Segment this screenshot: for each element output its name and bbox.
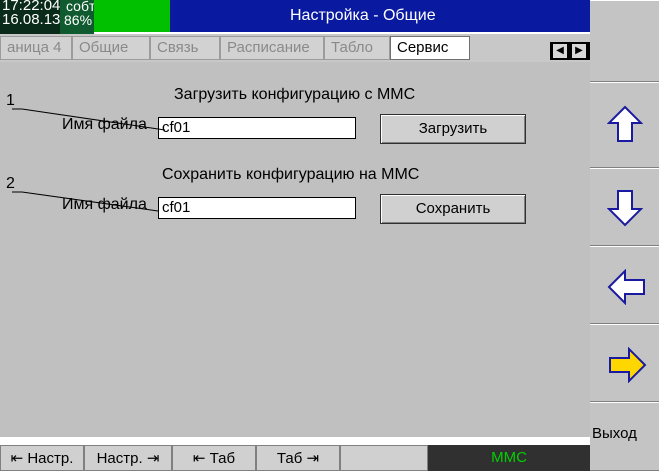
softkey-up[interactable] bbox=[590, 82, 659, 168]
arrow-down-icon bbox=[607, 190, 643, 227]
next-tab-button[interactable]: Таб ⇥ bbox=[256, 445, 340, 471]
callout-2-line-b bbox=[21, 191, 159, 212]
arrow-right-icon bbox=[609, 347, 647, 383]
mmc-status: MMC bbox=[428, 445, 590, 471]
prev-settings-button[interactable]: ⇤ Настр. bbox=[0, 445, 84, 471]
next-settings-button[interactable]: Настр. ⇥ bbox=[84, 445, 172, 471]
softkey-blank[interactable] bbox=[590, 0, 659, 82]
callout-lines bbox=[12, 108, 166, 212]
callout-1-line-b bbox=[21, 108, 166, 131]
prev-tab-button[interactable]: ⇤ Таб bbox=[172, 445, 256, 471]
arrow-up-icon bbox=[607, 105, 643, 142]
exit-label: Выход bbox=[592, 425, 637, 442]
softkey-left[interactable] bbox=[590, 246, 659, 324]
bottom-bar: ⇤ Настр. Настр. ⇥ ⇤ Таб Таб ⇥ MMC bbox=[0, 445, 590, 471]
arrow-left-icon bbox=[607, 269, 645, 305]
softkey-exit[interactable]: Выход bbox=[590, 402, 659, 471]
softkey-right[interactable] bbox=[590, 324, 659, 402]
bottom-blank-button[interactable] bbox=[340, 445, 428, 471]
softkey-down[interactable] bbox=[590, 168, 659, 246]
